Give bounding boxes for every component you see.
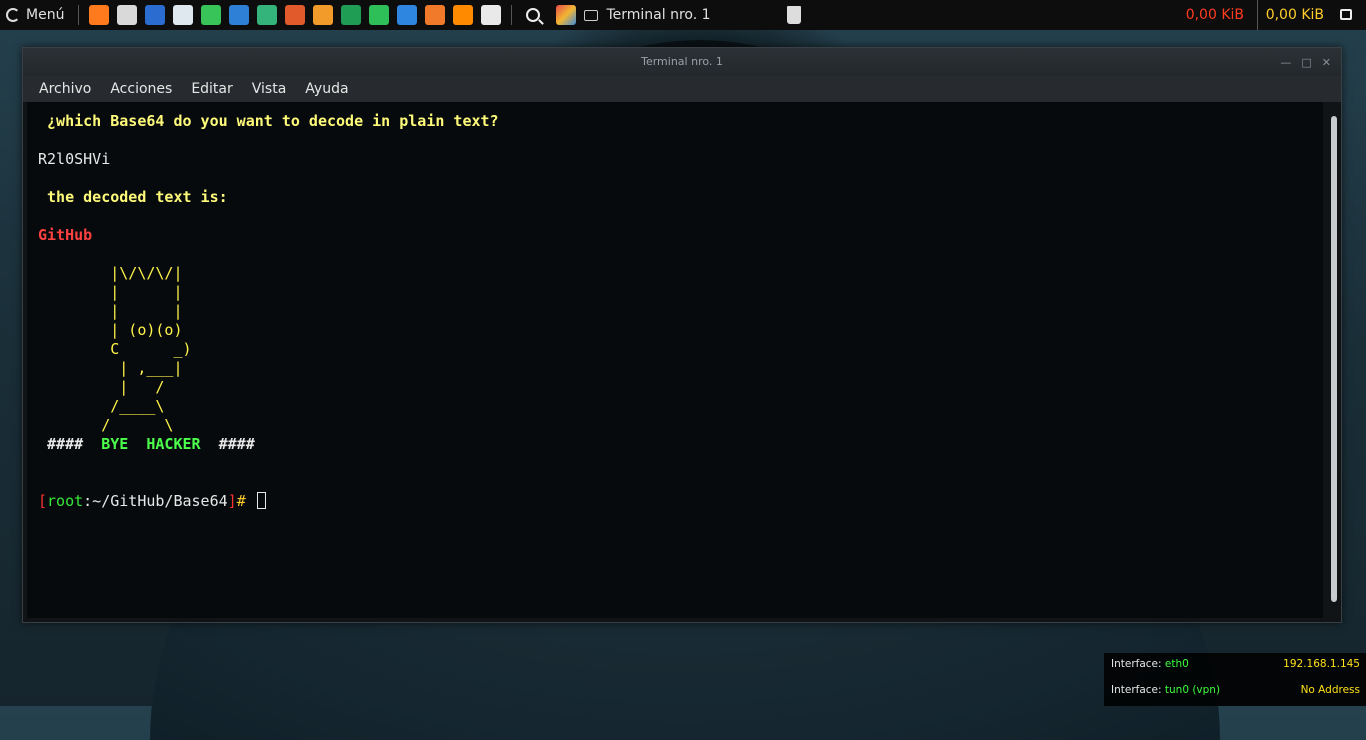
folder-icon[interactable] xyxy=(173,5,194,25)
input-value: R2l0SHVi xyxy=(38,150,111,168)
hacker-word: HACKER xyxy=(137,435,210,453)
menu-acciones[interactable]: Acciones xyxy=(110,81,172,97)
terminal-window-icon xyxy=(584,9,599,21)
spreadsheet-icon[interactable] xyxy=(341,5,362,25)
iface-row-eth0: Interface: eth0 192.168.1.145 xyxy=(1111,658,1360,670)
menu-vista[interactable]: Vista xyxy=(252,81,287,97)
ascii-art-line: | | xyxy=(38,302,183,320)
ascii-art-line: | | xyxy=(38,283,183,301)
scrollbar[interactable] xyxy=(1331,116,1337,602)
wireshark-icon[interactable] xyxy=(229,5,250,25)
taskbar: Menú Terminal nro. 1 0,00 KiB 0,00 KiB xyxy=(0,0,1366,30)
minimize-icon[interactable]: — xyxy=(1280,56,1291,69)
prompt-hash: # xyxy=(236,492,255,510)
menu-archivo[interactable]: Archivo xyxy=(39,81,91,97)
search-icon[interactable] xyxy=(526,8,541,22)
menu-editar[interactable]: Editar xyxy=(191,81,232,97)
ascii-art-line: / \ xyxy=(38,416,174,434)
prompt-question: ¿which Base64 do you want to decode in p… xyxy=(38,112,499,130)
taskbar-separator xyxy=(511,5,513,25)
ascii-art-line: | ,___| xyxy=(38,359,183,377)
net-download-rate: 0,00 KiB xyxy=(1185,7,1244,23)
iface-ip: No Address xyxy=(1300,684,1360,696)
taskbar-separator xyxy=(78,5,80,25)
ascii-art-line: /____\ xyxy=(38,397,165,415)
kali-dragon-icon[interactable] xyxy=(257,5,278,25)
prompt-path: :~/GitHub/Base64 xyxy=(83,492,228,510)
bye-hash-right: #### xyxy=(209,435,255,453)
maximize-icon[interactable]: □ xyxy=(1301,56,1311,69)
iface-name: tun0 (vpn) xyxy=(1164,684,1221,696)
metasploit-icon[interactable] xyxy=(145,5,166,25)
terminal-window: Terminal nro. 1 — □ ✕ Archivo Acciones E… xyxy=(22,47,1342,623)
prompt-bracket-open: [ xyxy=(38,492,48,510)
decoded-value: GitHub xyxy=(38,226,93,244)
speed-icon[interactable] xyxy=(201,5,222,25)
close-icon[interactable]: ✕ xyxy=(1322,56,1331,69)
menu-button[interactable]: Menú xyxy=(0,0,74,30)
calc-icon[interactable] xyxy=(369,5,390,25)
net-upload-rate: 0,00 KiB xyxy=(1256,0,1324,30)
vlc-icon[interactable] xyxy=(453,5,474,25)
bye-word: BYE xyxy=(92,435,138,453)
text-cursor xyxy=(256,492,266,509)
terminal-icon[interactable] xyxy=(117,5,138,25)
prompt-bracket-close: ] xyxy=(227,492,237,510)
impress-icon[interactable] xyxy=(425,5,446,25)
window-title: Terminal nro. 1 xyxy=(641,55,723,68)
shell-prompt[interactable]: [root:~/GitHub/Base64]# xyxy=(38,492,266,511)
writer-icon[interactable] xyxy=(397,5,418,25)
burpsuite-icon[interactable] xyxy=(285,5,306,25)
iface-row-tun0: Interface: tun0 (vpn) No Address xyxy=(1111,684,1360,696)
decoded-label: the decoded text is: xyxy=(38,188,228,206)
window-titlebar[interactable]: Terminal nro. 1 — □ ✕ xyxy=(23,48,1341,76)
prompt-user: root xyxy=(47,492,84,510)
task-title: Terminal nro. 1 xyxy=(606,7,711,23)
iface-label: Interface: xyxy=(1111,658,1162,670)
iface-label-group: Interface: tun0 (vpn) xyxy=(1111,684,1220,696)
iface-name: eth0 xyxy=(1164,658,1189,670)
screen-icon[interactable] xyxy=(1340,9,1352,20)
camera-icon[interactable] xyxy=(481,5,502,25)
ascii-art-line: | / xyxy=(38,378,165,396)
firefox-icon[interactable] xyxy=(89,5,110,25)
bye-hacker-line: #### BYE HACKER #### xyxy=(38,435,255,454)
iface-label: Interface: xyxy=(1111,684,1162,696)
ascii-art-line: | (o)(o) xyxy=(38,321,183,339)
iface-label-group: Interface: eth0 xyxy=(1111,658,1189,670)
menu-ayuda[interactable]: Ayuda xyxy=(305,81,348,97)
bye-hash-left: #### xyxy=(38,435,93,453)
trash-icon[interactable] xyxy=(786,6,801,24)
conky-network-panel: Interface: eth0 192.168.1.145 Interface:… xyxy=(1104,653,1366,706)
ascii-art-line: C _) xyxy=(38,340,192,358)
window-menubar: Archivo Acciones Editar Vista Ayuda xyxy=(23,76,1341,102)
ascii-art-line: |\/\/\/| xyxy=(38,264,183,282)
terminal-output[interactable]: ¿which Base64 do you want to decode in p… xyxy=(27,102,1323,618)
sublime-icon[interactable] xyxy=(313,5,334,25)
launcher-bar xyxy=(83,5,507,25)
menu-label: Menú xyxy=(26,7,65,23)
debian-icon xyxy=(6,8,20,22)
taskbar-task-terminal[interactable]: Terminal nro. 1 xyxy=(554,0,810,30)
iface-ip: 192.168.1.145 xyxy=(1283,658,1360,670)
window-controls: — □ ✕ xyxy=(1280,48,1331,76)
app-icon xyxy=(556,5,577,25)
